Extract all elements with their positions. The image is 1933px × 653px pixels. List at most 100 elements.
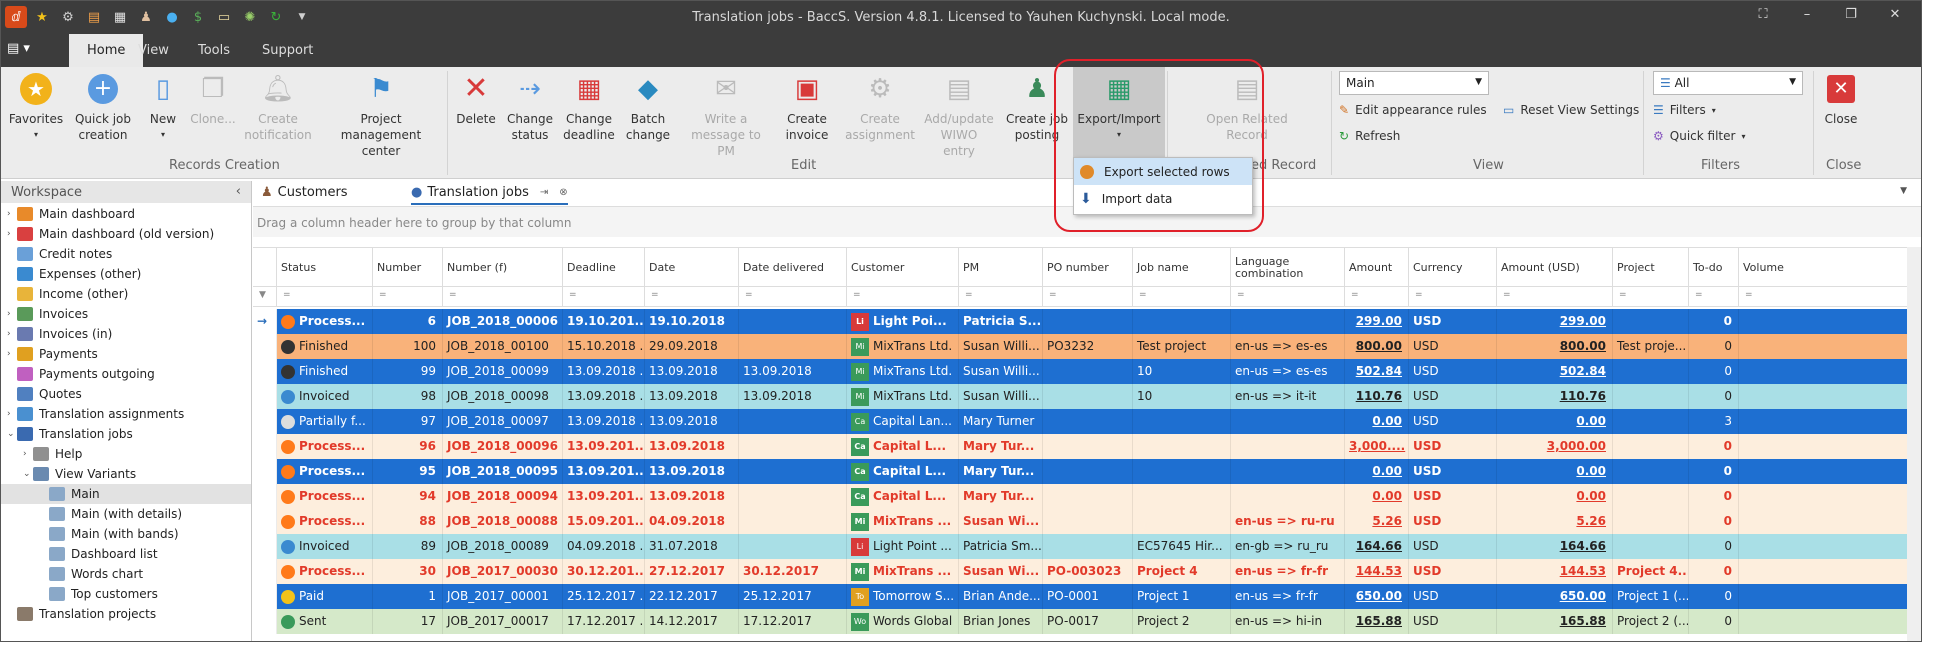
tab-home[interactable]: Home: [69, 34, 144, 67]
expand-icon[interactable]: ⌄: [7, 429, 17, 439]
row-indicator[interactable]: [253, 609, 277, 634]
tree-item[interactable]: › Main dashboard (old version): [1, 224, 251, 244]
row-indicator[interactable]: →: [253, 309, 277, 334]
tree-item[interactable]: ⌄ View Variants: [1, 464, 251, 484]
tree-item[interactable]: › Main dashboard: [1, 204, 251, 224]
filter-cell[interactable]: =: [959, 287, 1043, 307]
new-button[interactable]: ▯ New ▾: [145, 71, 181, 143]
filter-icon[interactable]: ▼: [253, 287, 277, 307]
filter-cell[interactable]: =: [1409, 287, 1497, 307]
minimize-icon[interactable]: –: [1785, 7, 1829, 22]
tree-item[interactable]: Translation projects: [1, 604, 251, 624]
table-row[interactable]: Process... 88 JOB_2018_00088 15.09.201... 04…: [253, 509, 1921, 534]
filter-select[interactable]: ☰ All ▼: [1653, 71, 1803, 95]
create-assignment-button[interactable]: ⚙ Create assignment: [845, 71, 915, 143]
table-row[interactable]: Finished 99 JOB_2018_00099 13.09.2018 ... 13…: [253, 359, 1921, 384]
view-variant-select[interactable]: Main ▼: [1339, 71, 1489, 95]
row-indicator[interactable]: [253, 509, 277, 534]
row-indicator[interactable]: [253, 359, 277, 384]
change-deadline-button[interactable]: ▦ Change deadline: [563, 71, 615, 143]
tree-item[interactable]: Top customers: [1, 584, 251, 604]
edit-appearance-rules-button[interactable]: ✎ Edit appearance rules: [1339, 103, 1487, 117]
column-header[interactable]: Status: [277, 248, 373, 288]
tab-support[interactable]: Support: [262, 43, 313, 58]
column-header[interactable]: To-do: [1689, 248, 1739, 288]
expand-icon[interactable]: ›: [7, 309, 17, 319]
filters-button[interactable]: ☰ Filters ▾: [1653, 103, 1716, 117]
filter-cell[interactable]: =: [443, 287, 563, 307]
tree-item[interactable]: › Invoices (in): [1, 324, 251, 344]
tree-item[interactable]: ⌄ Translation jobs: [1, 424, 251, 444]
filter-cell[interactable]: =: [1043, 287, 1133, 307]
favorites-button[interactable]: ★ Favorites ▾: [9, 71, 63, 143]
tree-item[interactable]: Words chart: [1, 564, 251, 584]
filter-cell[interactable]: =: [1689, 287, 1739, 307]
expand-icon[interactable]: ›: [7, 229, 17, 239]
column-header[interactable]: Project: [1613, 248, 1689, 288]
filter-cell[interactable]: =: [645, 287, 739, 307]
tree-item[interactable]: › Payments: [1, 344, 251, 364]
row-indicator[interactable]: [253, 534, 277, 559]
quick-filter-button[interactable]: ⚙ Quick filter ▾: [1653, 129, 1745, 143]
expand-icon[interactable]: ›: [7, 349, 17, 359]
filter-cell[interactable]: =: [847, 287, 959, 307]
table-row[interactable]: Process... 94 JOB_2018_00094 13.09.201... 13…: [253, 484, 1921, 509]
row-indicator[interactable]: [253, 409, 277, 434]
column-header[interactable]: PM: [959, 248, 1043, 288]
tab-tools[interactable]: Tools: [198, 43, 230, 58]
app-menu-button[interactable]: ▤ ▾: [7, 41, 43, 61]
refresh-button[interactable]: ↻ Refresh: [1339, 129, 1400, 143]
project-management-center-button[interactable]: ⚑ Project management center: [321, 71, 441, 159]
filter-cell[interactable]: =: [1739, 287, 1921, 307]
close-window-icon[interactable]: ✕: [1873, 7, 1917, 22]
filter-cell[interactable]: =: [739, 287, 847, 307]
menu-item-export-selected-rows[interactable]: Export selected rows: [1074, 158, 1252, 185]
batch-change-button[interactable]: ◆ Batch change: [623, 71, 673, 143]
filter-cell[interactable]: =: [277, 287, 373, 307]
tree-item[interactable]: Main (with details): [1, 504, 251, 524]
column-header[interactable]: Deadline: [563, 248, 645, 288]
tree-item[interactable]: › Help: [1, 444, 251, 464]
restore-icon[interactable]: ⛶: [1741, 7, 1785, 22]
column-header[interactable]: PO number: [1043, 248, 1133, 288]
table-row[interactable]: Partially f... 97 JOB_2018_00097 13.09.2018…: [253, 409, 1921, 434]
add-wiwo-button[interactable]: ▤ Add/update WIWO entry: [923, 71, 995, 159]
column-header[interactable]: Customer: [847, 248, 959, 288]
tabs-dropdown-icon[interactable]: ▼: [1900, 186, 1907, 196]
table-row[interactable]: Finished 100 JOB_2018_00100 15.10.2018 ... 2…: [253, 334, 1921, 359]
collapse-icon[interactable]: ‹: [236, 184, 241, 199]
tree-item[interactable]: Expenses (other): [1, 264, 251, 284]
tree-item[interactable]: › Invoices: [1, 304, 251, 324]
row-indicator[interactable]: [253, 459, 277, 484]
expand-icon[interactable]: ›: [23, 449, 33, 459]
table-row[interactable]: Process... 95 JOB_2018_00095 13.09.201... 13…: [253, 459, 1921, 484]
table-row[interactable]: Paid 1 JOB_2017_00001 25.12.2017 ... 22.12.2…: [253, 584, 1921, 609]
vertical-scrollbar[interactable]: [1907, 247, 1921, 641]
delete-button[interactable]: ✕ Delete: [455, 71, 497, 127]
create-invoice-button[interactable]: ▣ Create invoice: [779, 71, 835, 143]
row-indicator[interactable]: [253, 559, 277, 584]
tree-item[interactable]: Main (with bands): [1, 524, 251, 544]
tree-item[interactable]: Income (other): [1, 284, 251, 304]
change-status-button[interactable]: ⇢ Change status: [505, 71, 555, 143]
table-row[interactable]: Invoiced 89 JOB_2018_00089 04.09.2018 ... 31…: [253, 534, 1921, 559]
expand-icon[interactable]: ›: [7, 209, 17, 219]
reset-view-settings-button[interactable]: ▭ Reset View Settings: [1503, 103, 1639, 117]
column-header[interactable]: Number: [373, 248, 443, 288]
quick-job-creation-button[interactable]: + Quick job creation: [71, 71, 135, 143]
expand-icon[interactable]: ›: [7, 409, 17, 419]
column-header[interactable]: Job name: [1133, 248, 1231, 288]
tab-customers[interactable]: ♟ Customers: [261, 185, 348, 200]
tree-item[interactable]: Dashboard list: [1, 544, 251, 564]
clone-button[interactable]: ❐ Clone...: [190, 71, 236, 127]
table-row[interactable]: Sent 17 JOB_2017_00017 17.12.2017 ... 14.12.…: [253, 609, 1921, 634]
tab-view[interactable]: View: [138, 43, 169, 58]
tree-item[interactable]: Credit notes: [1, 244, 251, 264]
row-indicator[interactable]: [253, 484, 277, 509]
filter-cell[interactable]: =: [1133, 287, 1231, 307]
close-tab-icon[interactable]: ⊗: [559, 187, 567, 198]
expand-icon[interactable]: ⌄: [23, 469, 33, 479]
filter-cell[interactable]: =: [1613, 287, 1689, 307]
row-indicator[interactable]: [253, 434, 277, 459]
column-header[interactable]: Amount (USD): [1497, 248, 1613, 288]
